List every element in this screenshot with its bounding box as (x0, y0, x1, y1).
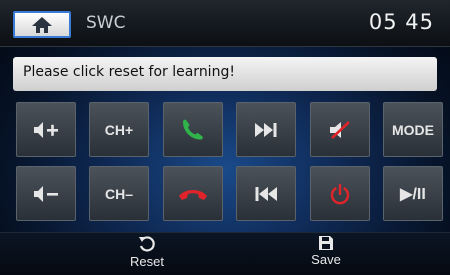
channel-down-button[interactable]: CH– (89, 166, 149, 221)
mode-label: MODE (392, 121, 434, 138)
skip-previous-icon (255, 186, 277, 201)
top-bar: SWC 05 45 (0, 0, 450, 47)
volume-down-icon (34, 185, 58, 202)
volume-up-button[interactable] (16, 102, 76, 157)
phone-answer-icon (183, 119, 203, 139)
mute-icon (330, 120, 350, 139)
previous-track-button[interactable] (236, 166, 296, 221)
phone-hangup-icon (179, 189, 207, 200)
call-hangup-button[interactable] (163, 166, 223, 221)
skip-next-icon (255, 122, 277, 137)
clock: 05 45 (368, 10, 434, 34)
mode-button[interactable]: MODE (383, 102, 443, 157)
home-button[interactable] (13, 11, 71, 38)
instruction-message: Please click reset for learning! (13, 57, 437, 91)
next-track-button[interactable] (236, 102, 296, 157)
reset-label: Reset (130, 254, 164, 269)
play-pause-button[interactable]: ▶/II (383, 166, 443, 221)
call-answer-button[interactable] (163, 102, 223, 157)
save-label: Save (311, 252, 341, 267)
save-button[interactable]: Save (296, 235, 356, 275)
bottom-bar: Reset Save (0, 232, 450, 275)
reset-button[interactable]: Reset (117, 235, 177, 275)
home-icon (32, 16, 52, 33)
volume-down-button[interactable] (16, 166, 76, 221)
volume-up-icon (34, 121, 58, 138)
power-button[interactable] (310, 166, 370, 221)
save-icon (319, 236, 333, 250)
channel-down-label: CH– (104, 185, 133, 202)
mute-button[interactable] (310, 102, 370, 157)
play-pause-label: ▶/II (400, 185, 426, 203)
reset-icon (139, 236, 155, 252)
page-title: SWC (86, 13, 126, 33)
channel-up-label: CH+ (104, 121, 134, 138)
power-icon (330, 183, 350, 204)
channel-up-button[interactable]: CH+ (89, 102, 149, 157)
